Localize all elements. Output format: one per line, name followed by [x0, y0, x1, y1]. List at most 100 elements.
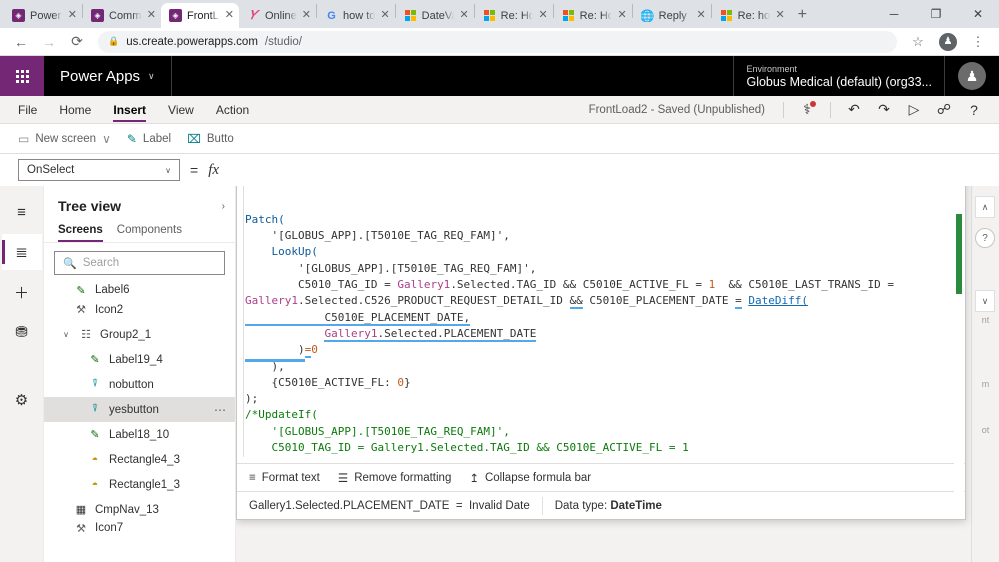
preview-app-icon[interactable]: ▷ — [899, 96, 929, 124]
close-icon[interactable]: ✕ — [696, 10, 705, 21]
gutter-line — [243, 186, 244, 457]
minimize-icon[interactable]: ─ — [873, 0, 915, 28]
browser-tab[interactable]: G how to ✕ — [317, 3, 395, 28]
data-type-label: Data type: — [554, 499, 608, 512]
code-token: {C5010E_ACTIVE_FL: — [245, 375, 398, 389]
close-icon[interactable]: ✕ — [538, 10, 547, 21]
account-button[interactable]: ♟ — [945, 56, 999, 96]
scroll-down-button[interactable]: ∨ — [975, 290, 995, 312]
code-token: C5010E_PLACEMENT_DATE — [582, 294, 736, 308]
close-icon[interactable]: ✕ — [459, 10, 468, 21]
insert-icon[interactable]: ＋ — [2, 274, 42, 310]
reload-icon[interactable]: ⟳ — [64, 29, 90, 55]
environment-selector[interactable]: Environment Globus Medical (default) (or… — [733, 56, 945, 96]
menu-item-insert[interactable]: Insert — [113, 96, 146, 124]
scrollbar-thumb[interactable] — [956, 214, 962, 294]
data-icon[interactable]: ⛃ — [2, 314, 42, 350]
icon-shape-icon: ⚒ — [76, 304, 86, 316]
close-icon[interactable]: ✕ — [147, 10, 156, 21]
tree-item-icon2[interactable]: ⚒ Icon2 — [44, 297, 235, 322]
left-rail: ≡ ≣ ＋ ⛃ ⚙ — [0, 186, 44, 562]
tree-item-nobutton[interactable]: ⍒ nobutton — [44, 372, 235, 397]
chevron-down-icon[interactable]: ∨ — [60, 330, 72, 339]
tree-item-rectangle4-3[interactable]: ◓ Rectangle4_3 — [44, 447, 235, 472]
tree-item-icon7[interactable]: ⚒ Icon7 — [44, 522, 235, 534]
chevron-down-icon[interactable]: ∨ — [165, 166, 171, 175]
browser-tab[interactable]: Re: How ✕ — [475, 3, 553, 28]
browser-tab[interactable]: 🌐 Reply to ✕ — [633, 3, 711, 28]
menu-item-view[interactable]: View — [168, 96, 194, 124]
tab-screens[interactable]: Screens — [58, 220, 103, 242]
close-icon[interactable]: ✕ — [302, 10, 311, 21]
new-tab-button[interactable]: + — [790, 6, 815, 28]
powerapps-icon: ◈ — [12, 9, 25, 22]
insert-label-button[interactable]: ✎ Label — [127, 132, 171, 146]
powerapps-brand[interactable]: Power Apps ∨ — [44, 56, 172, 96]
back-icon[interactable]: ← — [8, 29, 34, 55]
tree-view-icon[interactable]: ≣ — [1, 234, 42, 270]
tree-search-input[interactable]: 🔍 Search — [54, 251, 225, 275]
profile-avatar[interactable]: ♟ — [935, 29, 961, 55]
new-screen-button[interactable]: ▭ New screen ∨ — [18, 132, 111, 146]
property-selector[interactable]: OnSelect ∨ — [18, 159, 180, 181]
tree-item-cmpnav-13[interactable]: ▦ CmpNav_13 — [44, 497, 235, 522]
close-icon[interactable]: ✕ — [380, 10, 389, 21]
more-options-icon[interactable]: ⋯ — [214, 403, 227, 417]
insert-button-text: Butto — [206, 132, 234, 145]
chevron-down-icon[interactable]: ∨ — [102, 132, 111, 146]
menu-item-action[interactable]: Action — [216, 96, 249, 124]
browser-menu-icon[interactable]: ⋮ — [965, 29, 991, 55]
format-text-button[interactable]: ≡ Format text — [249, 472, 320, 484]
undo-icon[interactable]: ↶ — [839, 96, 869, 124]
close-icon[interactable]: ✕ — [225, 10, 234, 21]
formula-code-area[interactable]: Patch( '[GLOBUS_APP].[T5010E_TAG_REQ_FAM… — [237, 186, 965, 463]
tree-item-rectangle1-3[interactable]: ◓ Rectangle1_3 — [44, 472, 235, 497]
chevron-down-icon[interactable]: ∨ — [148, 71, 155, 82]
tree-view-header: Tree view › — [44, 186, 235, 220]
close-icon[interactable]: ✕ — [617, 10, 626, 21]
menu-item-file[interactable]: File — [18, 96, 37, 124]
code-line: Patch( — [237, 212, 965, 228]
maximize-icon[interactable]: ❐ — [915, 0, 957, 28]
help-icon[interactable]: ? — [959, 96, 989, 124]
bookmark-star-icon[interactable]: ☆ — [905, 29, 931, 55]
close-icon[interactable]: ✕ — [775, 10, 784, 21]
redo-icon[interactable]: ↷ — [869, 96, 899, 124]
insert-button-button[interactable]: ⌧ Butto — [187, 132, 234, 146]
app-checker-icon[interactable]: ⚕ — [792, 96, 822, 124]
browser-tab[interactable]: Re: How ✕ — [554, 3, 632, 28]
hamburger-icon[interactable]: ≡ — [2, 194, 42, 230]
browser-tab[interactable]: DateVal ✕ — [396, 3, 474, 28]
tree-item-group2-1[interactable]: ∨ ☷ Group2_1 — [44, 322, 235, 347]
browser-tab-strip: ◈ Power A ✕ ◈ Commis ✕ ◈ FrontLo ✕ 𝛶 Onl… — [0, 0, 999, 28]
close-icon[interactable]: ✕ — [68, 10, 77, 21]
tab-components[interactable]: Components — [117, 220, 182, 242]
browser-tab[interactable]: Re: how ✕ — [712, 3, 790, 28]
media-icon[interactable]: ⚙ — [2, 382, 42, 418]
tree-item-label: nobutton — [109, 378, 154, 391]
scroll-up-button[interactable]: ∧ — [975, 196, 995, 218]
app-launcher-icon[interactable] — [0, 56, 44, 96]
address-bar[interactable]: 🔒 us.create.powerapps.com/studio/ — [98, 30, 897, 53]
browser-tab[interactable]: ◈ Commis ✕ — [83, 3, 161, 28]
tree-item-yesbutton[interactable]: ⍒ yesbutton ⋯ — [44, 397, 235, 422]
insert-toolbar: ▭ New screen ∨ ✎ Label ⌧ Butto — [0, 124, 999, 154]
formula-scrollbar[interactable] — [954, 186, 964, 518]
share-icon[interactable]: ☍ — [929, 96, 959, 124]
tree-item-label6[interactable]: ✎ Label6 — [44, 283, 235, 297]
browser-tab[interactable]: 𝛶 Online ✕ — [239, 3, 316, 28]
help-icon[interactable]: ? — [975, 228, 995, 248]
code-token: C5010_TAG_ID = Gallery1.Selected.TAG_ID … — [245, 441, 689, 455]
tree-item-label18-10[interactable]: ✎ Label18_10 — [44, 422, 235, 447]
browser-tab-active[interactable]: ◈ FrontLo ✕ — [161, 3, 239, 28]
tree-item-label19-4[interactable]: ✎ Label19_4 — [44, 347, 235, 372]
menu-item-home[interactable]: Home — [59, 96, 91, 124]
window-controls: ─ ❐ ✕ — [873, 0, 999, 28]
forward-icon[interactable]: → — [36, 29, 62, 55]
collapse-formula-bar-button[interactable]: ↥ Collapse formula bar — [469, 471, 591, 485]
close-window-icon[interactable]: ✕ — [957, 0, 999, 28]
collapse-panel-icon[interactable]: › — [222, 201, 225, 212]
browser-tab[interactable]: ◈ Power A ✕ — [4, 3, 82, 28]
remove-formatting-button[interactable]: ☰ Remove formatting — [338, 471, 451, 485]
